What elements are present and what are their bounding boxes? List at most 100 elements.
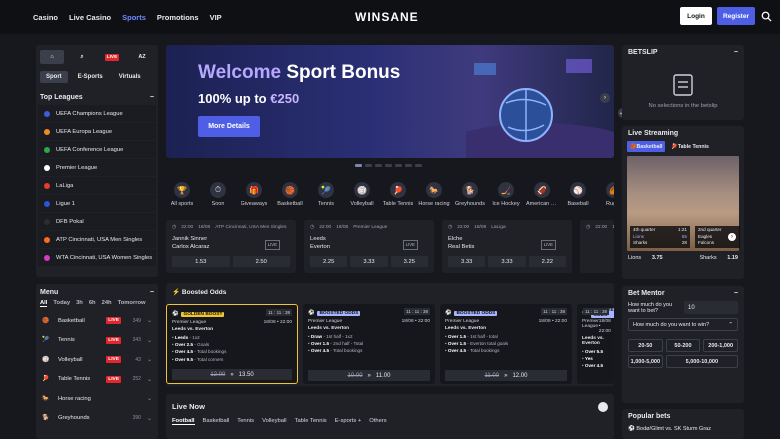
top-leagues-header[interactable]: Top Leagues − — [36, 89, 158, 105]
live-tab-0[interactable]: Football — [172, 418, 195, 425]
search-icon[interactable]: ⌕ — [70, 50, 94, 64]
more-details-button[interactable]: More Details — [198, 116, 260, 137]
match-card[interactable]: ◷ 22:00 18/08 — [580, 220, 614, 273]
league-item[interactable]: UEFA Conference League — [38, 141, 156, 158]
league-item[interactable]: Ligue 1 — [38, 195, 156, 212]
league-item[interactable]: DFB Pokal — [38, 213, 156, 230]
boosted-card[interactable]: ⚽BOOSTED ODDS11 : 11 : 38Premier League1… — [303, 304, 435, 384]
live-tab-1[interactable]: Basketball — [203, 418, 230, 425]
sport-category[interactable]: ⚾ Baseball — [562, 182, 594, 214]
odd-button[interactable]: 2.25 — [310, 256, 348, 267]
tab-tomorrow[interactable]: Tomorrow — [118, 300, 146, 307]
sport-category[interactable]: 🏈 American Football — [526, 182, 558, 214]
boosted-odd-button[interactable]: 11.00 » 12.00 — [445, 370, 567, 381]
tab-sport[interactable]: Sport — [40, 71, 68, 83]
tab-esports[interactable]: E-Sports — [72, 71, 109, 83]
tab-basketball[interactable]: 🏀 Basketball — [627, 141, 666, 152]
chevron-right-icon[interactable]: › — [600, 93, 610, 103]
carousel-dot[interactable] — [385, 164, 392, 167]
win-option-button[interactable]: 50-200 — [665, 339, 701, 352]
match-card[interactable]: ◷ 22:00 18/08 Premier League Leeds Everton LIV… — [304, 220, 434, 273]
sport-category[interactable]: 🏐 Volleyball — [346, 182, 378, 214]
boosted-card[interactable]: ⚽BOOSTED ODDS11 : 11 : 38Premier League1… — [440, 304, 572, 384]
register-button[interactable]: Register — [717, 7, 755, 25]
league-item[interactable]: LaLiga — [38, 177, 156, 194]
sport-category[interactable]: ⏱ Soon — [202, 182, 234, 214]
sport-category[interactable]: 🐎 Horse racing — [418, 182, 450, 214]
boosted-card[interactable]: ⚽BOOSTED ODDS11 : 11 : 38Premier League1… — [577, 304, 614, 384]
menu-item-horse-racing[interactable]: 🐎 Horse racing ⌄ — [36, 389, 158, 409]
win-option-button[interactable]: 200-1,000 — [703, 339, 738, 352]
chevron-right-icon[interactable]: › — [728, 233, 736, 241]
odd-button[interactable]: 2.50 — [232, 256, 290, 267]
popular-bet-item[interactable]: ⚽ Bodø/Glimt vs. SK Sturm Graz — [622, 426, 744, 432]
chevron-down-icon[interactable]: ⌄ — [147, 376, 152, 383]
scoreboard-a[interactable]: 4th quarter 1:21 Lions 55 Sharks 28 — [630, 226, 690, 248]
collapse-icon[interactable]: − — [150, 94, 154, 101]
win-option-button[interactable]: 5,000-10,000 — [665, 355, 738, 368]
win-option-button[interactable]: 1,000-5,000 — [628, 355, 663, 368]
carousel-dot[interactable] — [365, 164, 372, 167]
tab-24h[interactable]: 24h — [102, 300, 112, 307]
nav-vip[interactable]: VIP — [210, 13, 222, 22]
sport-category[interactable]: 🏉 Rugby — [598, 182, 614, 214]
live-tab-4[interactable]: Table Tennis — [295, 418, 327, 425]
nav-live-casino[interactable]: Live Casino — [69, 13, 111, 22]
league-item[interactable]: UEFA Europa League — [38, 123, 156, 140]
chevron-down-icon[interactable]: ⌄ — [147, 317, 152, 324]
stream-odd-2[interactable]: Sharks 1.19 — [699, 255, 738, 261]
menu-item-table-tennis[interactable]: 🏓 Table Tennis LIVE 252 ⌄ — [36, 370, 158, 390]
live-tab-2[interactable]: Tennis — [237, 418, 254, 425]
live-tab[interactable]: LIVE — [104, 53, 120, 61]
search-icon[interactable] — [761, 11, 772, 22]
boosted-odd-button[interactable]: 10.00 » 11.00 — [308, 370, 430, 381]
brand-logo[interactable]: WINSANE — [355, 10, 419, 24]
chevron-down-icon[interactable]: ⌄ — [147, 337, 152, 344]
nav-promotions[interactable]: Promotions — [157, 13, 199, 22]
collapse-icon[interactable]: − — [150, 289, 154, 296]
odd-button[interactable]: 3.33 — [488, 256, 526, 267]
tab-3h[interactable]: 3h — [76, 300, 83, 307]
live-tab-3[interactable]: Volleyball — [262, 418, 287, 425]
odd-button[interactable]: 3.33 — [350, 256, 388, 267]
collapse-icon[interactable]: − — [734, 49, 738, 56]
odd-button[interactable]: 3.33 — [448, 256, 486, 267]
chevron-down-icon[interactable]: ⌄ — [147, 356, 152, 363]
chevron-down-icon[interactable]: ⌄ — [147, 415, 152, 422]
league-item[interactable]: UEFA Champions League — [38, 105, 156, 122]
sport-category[interactable]: 🏆 All sports — [166, 182, 198, 214]
sport-category[interactable]: 🎁 Giveaways — [238, 182, 270, 214]
menu-item-basketball[interactable]: 🏀 Basketball LIVE 349 ⌄ — [36, 311, 158, 331]
nav-casino[interactable]: Casino — [33, 13, 58, 22]
carousel-dot[interactable] — [375, 164, 382, 167]
carousel-dot[interactable] — [405, 164, 412, 167]
menu-header[interactable]: Menu − — [36, 284, 158, 300]
win-option-button[interactable]: 20-50 — [628, 339, 663, 352]
menu-item-greyhounds[interactable]: 🐕 Greyhounds 390 ⌄ — [36, 409, 158, 429]
odd-button[interactable]: 3.25 — [390, 256, 428, 267]
stream-video[interactable]: 4th quarter 1:21 Lions 55 Sharks 28 2nd qua… — [627, 156, 740, 251]
match-card[interactable]: ◷ 22:00 18/08 ATP Cincinnati, USA Men Singl… — [166, 220, 296, 273]
nav-sports[interactable]: Sports — [122, 13, 146, 22]
match-card[interactable]: ◷ 22:00 18/08 LaLiga Elche Real Betis LIVE 3.33… — [442, 220, 572, 273]
boosted-card[interactable]: ⚽ GOLDEN BOOST 11 : 11 : 38 Premier League 1… — [166, 304, 298, 384]
odd-button[interactable]: 1.53 — [172, 256, 230, 267]
carousel-dot[interactable] — [355, 164, 362, 167]
collapse-icon[interactable]: − — [734, 290, 738, 297]
league-item[interactable]: ATP Cincinnati, USA Men Singles — [38, 231, 156, 248]
live-tab-5[interactable]: E-sports + — [335, 418, 362, 425]
sport-category[interactable]: 🎾 Tennis — [310, 182, 342, 214]
win-target-dropdown[interactable]: How much do you want to win? ⌃ — [628, 318, 738, 331]
sport-category[interactable]: 🏒 Ice Hockey — [490, 182, 522, 214]
bet-amount-input[interactable]: 10 — [684, 301, 738, 314]
tab-table-tennis[interactable]: 🏓 Table Tennis — [668, 141, 711, 152]
league-item[interactable]: WTA Cincinnati, USA Women Singles — [38, 249, 156, 266]
sport-category[interactable]: 🏀 Basketball — [274, 182, 306, 214]
sport-category[interactable]: 🏓 Table Tennis — [382, 182, 414, 214]
tab-today[interactable]: Today — [53, 300, 70, 307]
league-item[interactable]: Premier League — [38, 159, 156, 176]
odd-button[interactable]: 2.22 — [528, 256, 566, 267]
carousel-dot[interactable] — [395, 164, 402, 167]
chevron-down-icon[interactable]: ⌄ — [147, 395, 152, 402]
az-tab[interactable]: AZ — [130, 50, 154, 64]
